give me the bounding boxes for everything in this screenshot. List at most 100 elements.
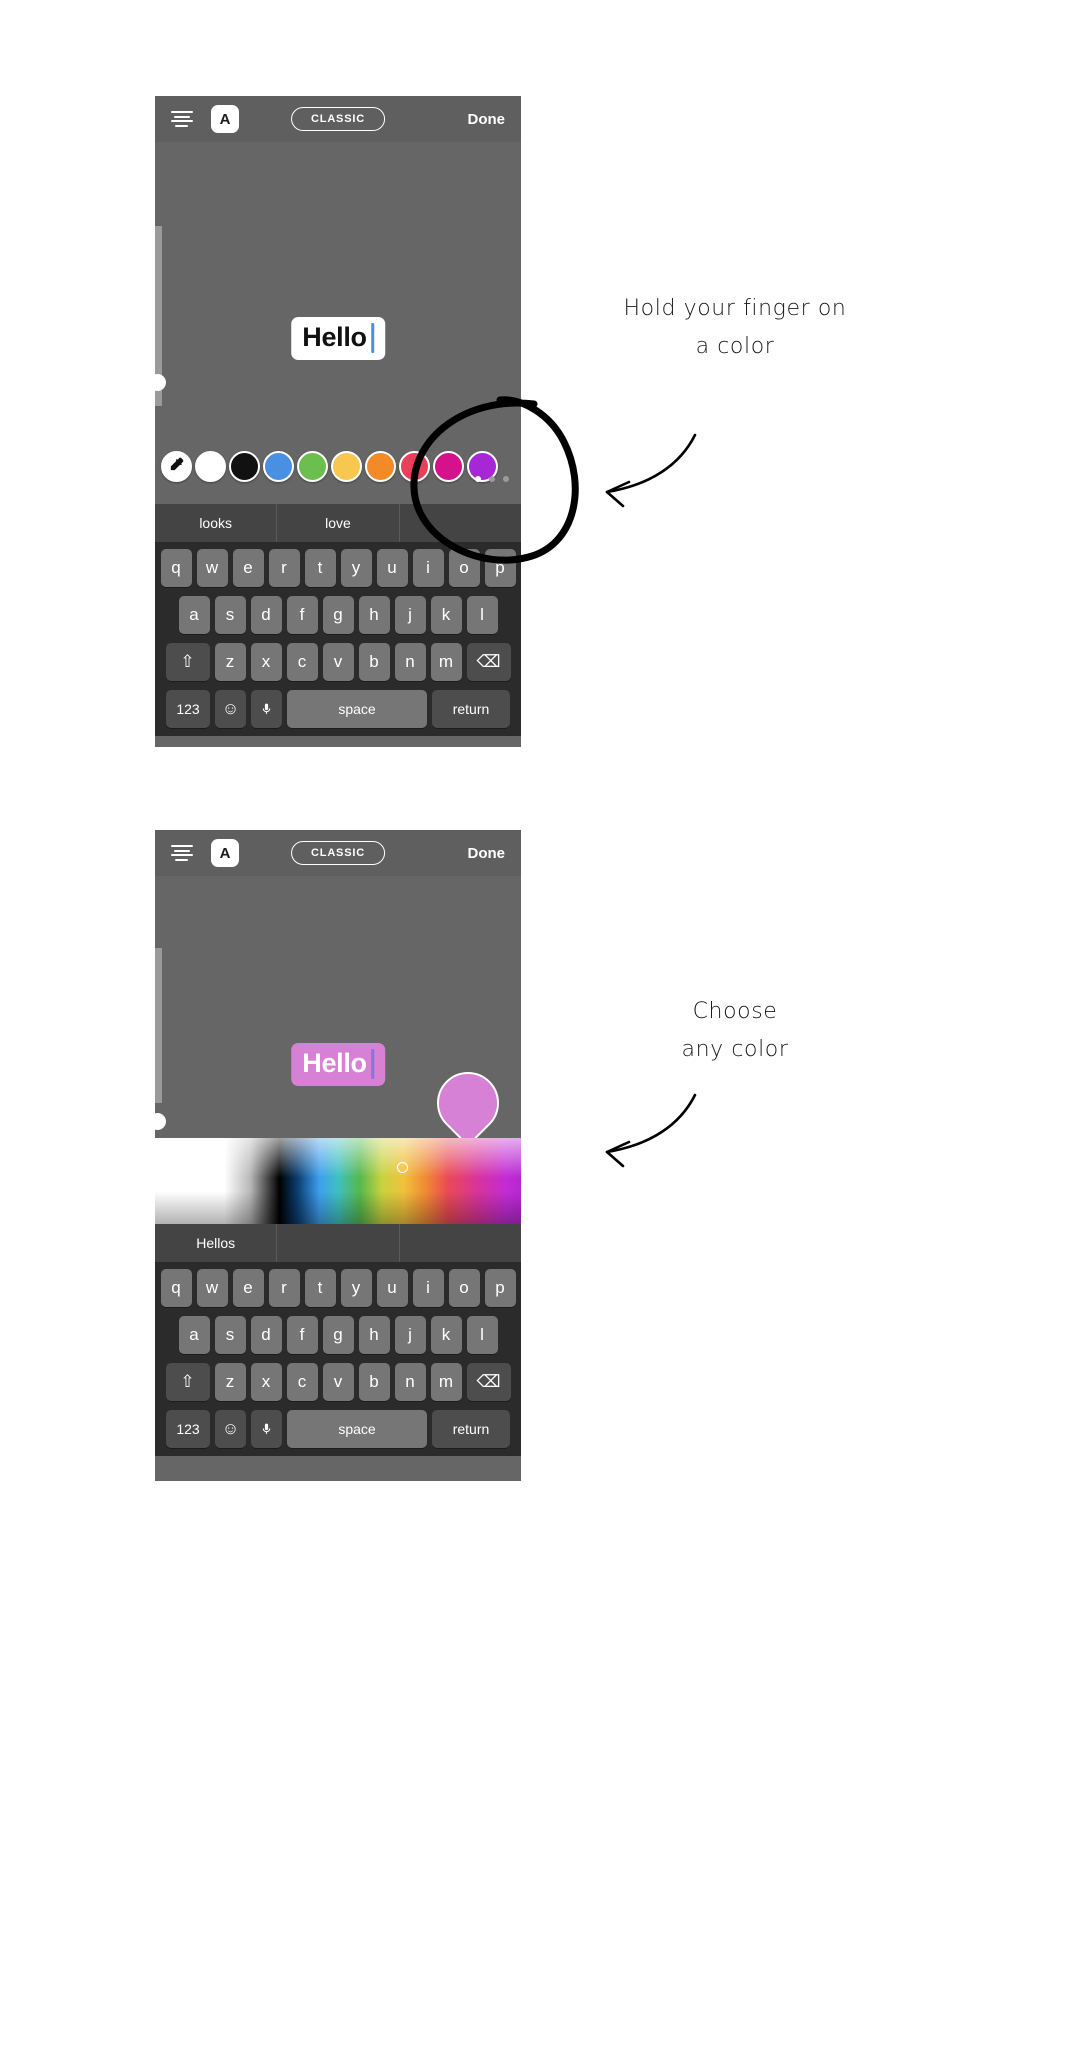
key-b[interactable]: b xyxy=(358,1363,390,1401)
suggestion-item[interactable] xyxy=(276,1224,398,1262)
key-e[interactable]: e xyxy=(232,1269,264,1307)
key-a[interactable]: a xyxy=(178,596,210,634)
key-y[interactable]: y xyxy=(340,1269,372,1307)
key-q[interactable]: q xyxy=(160,1269,192,1307)
key-c[interactable]: c xyxy=(286,1363,318,1401)
key-m[interactable]: m xyxy=(430,1363,462,1401)
key-x[interactable]: x xyxy=(250,1363,282,1401)
keyboard-row-3: ⇧ z x c v b n m ⌫ xyxy=(158,643,518,681)
key-j[interactable]: j xyxy=(394,596,426,634)
key-w[interactable]: w xyxy=(196,1269,228,1307)
backspace-key[interactable]: ⌫ xyxy=(466,643,511,681)
key-t[interactable]: t xyxy=(304,1269,336,1307)
key-f[interactable]: f xyxy=(286,1316,318,1354)
suggestion-item[interactable]: Hellos xyxy=(155,1224,276,1262)
swatch-orange[interactable] xyxy=(365,450,396,482)
font-size-button[interactable]: A xyxy=(211,839,239,867)
font-size-button[interactable]: A xyxy=(211,105,239,133)
key-q[interactable]: q xyxy=(160,549,192,587)
key-s[interactable]: s xyxy=(214,1316,246,1354)
swatch-blue[interactable] xyxy=(263,450,294,482)
text-box[interactable]: Hello xyxy=(291,317,385,360)
swatch-black[interactable] xyxy=(229,450,260,482)
key-d[interactable]: d xyxy=(250,1316,282,1354)
key-c[interactable]: c xyxy=(286,643,318,681)
suggestion-item[interactable]: love xyxy=(276,504,398,542)
color-spectrum-picker[interactable] xyxy=(155,1138,521,1224)
key-h[interactable]: h xyxy=(358,596,390,634)
key-d[interactable]: d xyxy=(250,596,282,634)
key-z[interactable]: z xyxy=(214,1363,246,1401)
key-r[interactable]: r xyxy=(268,549,300,587)
microphone-icon xyxy=(262,1423,271,1434)
key-n[interactable]: n xyxy=(394,643,426,681)
size-slider-track[interactable] xyxy=(155,948,162,1103)
key-h[interactable]: h xyxy=(358,1316,390,1354)
key-j[interactable]: j xyxy=(394,1316,426,1354)
key-m[interactable]: m xyxy=(430,643,462,681)
key-g[interactable]: g xyxy=(322,1316,354,1354)
backspace-key[interactable]: ⌫ xyxy=(466,1363,511,1401)
key-g[interactable]: g xyxy=(322,596,354,634)
font-style-pill[interactable]: CLASSIC xyxy=(291,107,385,131)
text-box-value: Hello xyxy=(302,1048,367,1078)
swatch-eyedropper[interactable] xyxy=(161,450,192,482)
mic-key[interactable] xyxy=(251,690,282,728)
text-align-icon[interactable] xyxy=(171,845,193,861)
shift-key[interactable]: ⇧ xyxy=(165,643,210,681)
key-x[interactable]: x xyxy=(250,643,282,681)
emoji-key[interactable]: ☺ xyxy=(215,690,246,728)
numbers-key[interactable]: 123 xyxy=(166,1410,210,1448)
key-n[interactable]: n xyxy=(394,1363,426,1401)
numbers-key[interactable]: 123 xyxy=(166,690,210,728)
return-key[interactable]: return xyxy=(432,690,510,728)
key-i[interactable]: i xyxy=(412,1269,444,1307)
key-l[interactable]: l xyxy=(466,596,498,634)
key-t[interactable]: t xyxy=(304,549,336,587)
mic-key[interactable] xyxy=(251,1410,282,1448)
key-a[interactable]: a xyxy=(178,1316,210,1354)
top-bar-2: A CLASSIC Done xyxy=(155,830,521,876)
key-v[interactable]: v xyxy=(322,643,354,681)
key-o[interactable]: o xyxy=(448,1269,480,1307)
key-v[interactable]: v xyxy=(322,1363,354,1401)
annotation-arrow-2 xyxy=(605,1093,697,1168)
key-l[interactable]: l xyxy=(466,1316,498,1354)
spectrum-cursor[interactable] xyxy=(396,1162,408,1174)
key-e[interactable]: e xyxy=(232,549,264,587)
done-button[interactable]: Done xyxy=(468,111,506,128)
key-w[interactable]: w xyxy=(196,549,228,587)
keyboard-row-3: ⇧ z x c v b n m ⌫ xyxy=(158,1363,518,1401)
font-style-pill[interactable]: CLASSIC xyxy=(291,841,385,865)
space-key[interactable]: space xyxy=(287,690,427,728)
key-f[interactable]: f xyxy=(286,596,318,634)
suggestion-item[interactable] xyxy=(398,1224,521,1262)
text-align-icon[interactable] xyxy=(171,111,193,127)
suggestion-item[interactable]: looks xyxy=(155,504,276,542)
keyboard-row-4: 123 ☺ space return xyxy=(158,1410,518,1448)
key-k[interactable]: k xyxy=(430,596,462,634)
emoji-key[interactable]: ☺ xyxy=(215,1410,246,1448)
space-key[interactable]: space xyxy=(287,1410,427,1448)
keyboard-2[interactable]: Hellos q w e r t y u i o p a s d f g h j… xyxy=(155,1224,521,1456)
text-box[interactable]: Hello xyxy=(291,1043,385,1086)
swatch-green[interactable] xyxy=(297,450,328,482)
eyedropper-icon xyxy=(168,456,185,476)
shift-key[interactable]: ⇧ xyxy=(165,1363,210,1401)
key-k[interactable]: k xyxy=(430,1316,462,1354)
key-p[interactable]: p xyxy=(484,1269,516,1307)
key-y[interactable]: y xyxy=(340,549,372,587)
story-canvas-2[interactable]: Hello xyxy=(155,876,521,1147)
size-slider-knob[interactable] xyxy=(155,374,166,391)
done-button[interactable]: Done xyxy=(468,845,506,862)
swatch-yellow[interactable] xyxy=(331,450,362,482)
key-b[interactable]: b xyxy=(358,643,390,681)
size-slider-knob[interactable] xyxy=(155,1113,166,1130)
key-z[interactable]: z xyxy=(214,643,246,681)
key-u[interactable]: u xyxy=(376,549,408,587)
return-key[interactable]: return xyxy=(432,1410,510,1448)
swatch-white[interactable] xyxy=(195,450,226,482)
key-s[interactable]: s xyxy=(214,596,246,634)
key-u[interactable]: u xyxy=(376,1269,408,1307)
key-r[interactable]: r xyxy=(268,1269,300,1307)
